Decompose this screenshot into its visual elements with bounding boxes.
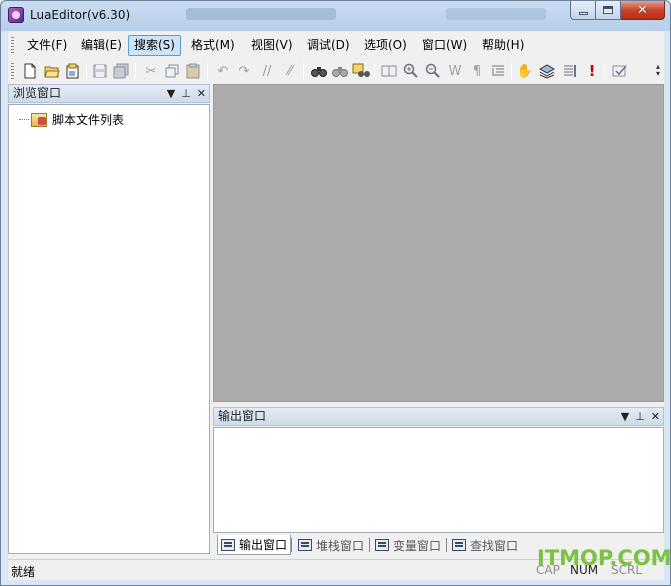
pane-pin-icon[interactable]: ⊥ [635,408,645,425]
menu-edit[interactable]: 编辑(E) [75,35,128,56]
pilcrow-icon[interactable]: ¶ [468,62,486,80]
menu-bar: 文件(F) 编辑(E) 搜索(S) 格式(M) 视图(V) 调试(D) 选项(O… [8,33,664,57]
zoom-out-icon[interactable] [424,62,442,80]
tab-divider [446,538,447,552]
maximize-button[interactable] [596,1,621,20]
list-icon[interactable] [561,62,579,80]
toolbar-separator [303,63,304,79]
window-title: LuaEditor(v6.30) [30,8,131,22]
browse-pane-header[interactable]: 浏览窗口 ▼ ⊥ ✕ [8,84,210,103]
toolbar-separator [86,63,87,79]
find-window-icon [452,539,466,551]
indent-icon[interactable] [489,62,507,80]
redo-icon[interactable]: ↷ [235,62,253,80]
pane-pin-icon[interactable]: ⊥ [181,85,191,102]
menu-view[interactable]: 视图(V) [245,35,299,56]
minimize-icon [578,11,588,15]
background-window-title-blur [186,8,336,20]
background-window-title-blur [446,8,546,20]
caption-buttons: ✕ [570,1,665,21]
output-window-icon [221,538,235,551]
menu-window[interactable]: 窗口(W) [416,35,473,56]
save-icon[interactable] [91,62,109,80]
maximize-icon [603,6,613,14]
menubar-grip[interactable] [11,37,14,53]
pane-dropdown-icon[interactable]: ▼ [167,85,175,102]
new-file-icon[interactable] [21,62,39,80]
toolbar-separator [604,63,605,79]
zoom-in-icon[interactable] [402,62,420,80]
find-icon[interactable] [310,62,328,80]
title-bar[interactable]: LuaEditor(v6.30) ✕ [1,1,670,31]
toolbar-separator [511,63,512,79]
find-next-icon[interactable] [331,62,349,80]
layers-icon[interactable] [538,62,556,80]
tab-divider [369,538,370,552]
paste-icon[interactable] [184,62,202,80]
toolbar-separator [374,63,375,79]
uncomment-icon[interactable]: ⁄⁄ [281,62,299,80]
open-project-icon[interactable] [64,62,82,80]
toolbar-overflow-chevron-icon[interactable]: ▴ ▾ [654,63,662,78]
undo-icon[interactable]: ↶ [214,62,232,80]
check-icon[interactable] [611,62,629,80]
status-text: 就绪 [11,565,36,579]
menu-format[interactable]: 格式(M) [185,35,241,56]
find-in-files-icon[interactable] [352,62,370,80]
hand-icon[interactable]: ✋ [516,62,534,80]
toolbar: ✂ ↶ ↷ // ⁄⁄ W ¶ ✋ ! ▴ ▾ [8,59,664,83]
menu-file[interactable]: 文件(F) [21,35,73,56]
copy-icon[interactable] [163,62,181,80]
output-pane-header[interactable]: 输出窗口 ▼ ⊥ ✕ [213,407,664,426]
output-pane-controls: ▼ ⊥ ✕ [621,408,660,425]
comment-icon[interactable]: // [258,62,276,80]
output-pane-title: 输出窗口 [218,409,267,423]
browse-pane-title: 浏览窗口 [13,86,62,100]
tab-variables[interactable]: 变量窗口 [372,535,444,555]
tab-label: 堆栈窗口 [316,538,365,553]
tree-item-label: 脚本文件列表 [52,113,125,127]
tree-connector [19,119,29,120]
cut-icon[interactable]: ✂ [142,62,160,80]
word-wrap-icon[interactable]: W [446,62,464,80]
watermark: ITMOP.COM [537,546,671,570]
pane-close-icon[interactable]: ✕ [651,408,660,425]
browse-pane: 浏览窗口 ▼ ⊥ ✕ 脚本文件列表 [8,84,210,554]
script-tree[interactable]: 脚本文件列表 [8,104,210,554]
toolbar-grip[interactable] [11,63,14,79]
app-icon[interactable] [8,7,24,23]
close-icon: ✕ [637,2,648,18]
save-all-icon[interactable] [112,62,130,80]
tab-label: 变量窗口 [393,538,442,553]
tab-divider [291,538,292,552]
minimize-button[interactable] [570,1,596,20]
client-area: 文件(F) 编辑(E) 搜索(S) 格式(M) 视图(V) 调试(D) 选项(O… [8,31,664,580]
close-button[interactable]: ✕ [621,1,665,20]
script-list-icon [31,112,47,127]
menu-help[interactable]: 帮助(H) [476,35,530,56]
editor-area[interactable] [213,84,664,402]
toolbar-separator [135,63,136,79]
menu-options[interactable]: 选项(O) [358,35,413,56]
variable-window-icon [375,539,389,551]
stack-window-icon [298,539,312,551]
error-icon[interactable]: ! [583,62,601,80]
tab-output[interactable]: 输出窗口 [217,535,292,555]
browse-pane-controls: ▼ ⊥ ✕ [167,85,206,102]
tab-stack[interactable]: 堆栈窗口 [295,535,367,555]
output-body[interactable] [213,427,664,533]
tab-label: 输出窗口 [239,538,288,552]
menu-debug[interactable]: 调试(D) [301,35,356,56]
tree-item-script-files[interactable]: 脚本文件列表 [19,111,124,128]
open-folder-icon[interactable] [43,62,61,80]
toolbar-separator [207,63,208,79]
bookmark-icon[interactable] [380,62,398,80]
tab-find[interactable]: 查找窗口 [449,535,521,555]
app-window: LuaEditor(v6.30) ✕ 文件(F) 编辑(E) 搜索(S) 格式(… [0,0,671,586]
menu-search[interactable]: 搜索(S) [128,35,181,56]
output-pane: 输出窗口 ▼ ⊥ ✕ [213,407,664,534]
pane-close-icon[interactable]: ✕ [197,85,206,102]
tab-label: 查找窗口 [470,538,519,553]
pane-dropdown-icon[interactable]: ▼ [621,408,629,425]
